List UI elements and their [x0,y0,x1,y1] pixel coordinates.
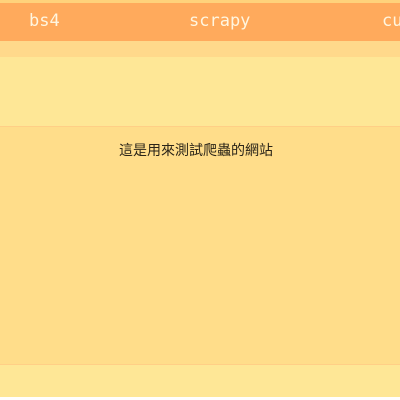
nav-link-bs4[interactable]: bs4 [29,11,60,31]
footer [0,365,400,397]
page: bs4 scrapy cu 這是用來測試爬蟲的網站 [0,0,400,400]
nav-link-scrapy[interactable]: scrapy [189,11,250,31]
navbar: bs4 scrapy cu [0,3,400,41]
hero-section [0,57,400,126]
main-content: 這是用來測試爬蟲的網站 [0,127,400,364]
content-text: 這是用來測試爬蟲的網站 [119,143,273,159]
sub-bar [0,41,400,57]
nav-link-cu[interactable]: cu [382,11,400,31]
